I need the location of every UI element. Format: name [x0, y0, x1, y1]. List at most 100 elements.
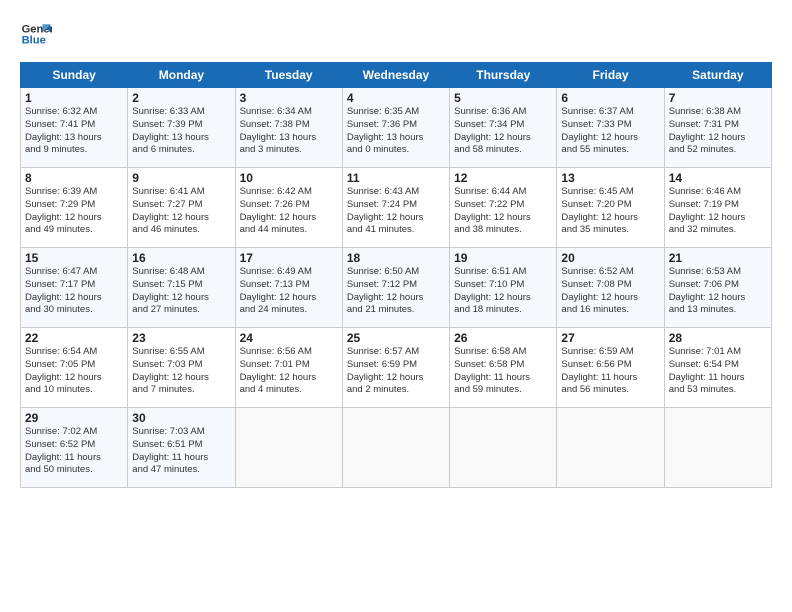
day-info: Sunrise: 6:47 AMSunset: 7:17 PMDaylight:…	[25, 266, 123, 317]
weekday-header-friday: Friday	[557, 63, 664, 88]
calendar-cell: 12Sunrise: 6:44 AMSunset: 7:22 PMDayligh…	[450, 168, 557, 248]
calendar-week-row: 1Sunrise: 6:32 AMSunset: 7:41 PMDaylight…	[21, 88, 772, 168]
calendar-week-row: 15Sunrise: 6:47 AMSunset: 7:17 PMDayligh…	[21, 248, 772, 328]
day-number: 17	[240, 251, 338, 265]
day-info: Sunrise: 6:58 AMSunset: 6:58 PMDaylight:…	[454, 346, 552, 397]
day-number: 14	[669, 171, 767, 185]
logo: General Blue	[20, 18, 56, 50]
day-number: 11	[347, 171, 445, 185]
calendar-cell: 4Sunrise: 6:35 AMSunset: 7:36 PMDaylight…	[342, 88, 449, 168]
day-info: Sunrise: 6:51 AMSunset: 7:10 PMDaylight:…	[454, 266, 552, 317]
calendar-week-row: 22Sunrise: 6:54 AMSunset: 7:05 PMDayligh…	[21, 328, 772, 408]
day-info: Sunrise: 6:56 AMSunset: 7:01 PMDaylight:…	[240, 346, 338, 397]
calendar-cell: 8Sunrise: 6:39 AMSunset: 7:29 PMDaylight…	[21, 168, 128, 248]
day-number: 15	[25, 251, 123, 265]
day-info: Sunrise: 6:33 AMSunset: 7:39 PMDaylight:…	[132, 106, 230, 157]
calendar-cell: 30Sunrise: 7:03 AMSunset: 6:51 PMDayligh…	[128, 408, 235, 488]
calendar-cell	[557, 408, 664, 488]
day-number: 19	[454, 251, 552, 265]
calendar-table: SundayMondayTuesdayWednesdayThursdayFrid…	[20, 62, 772, 488]
day-info: Sunrise: 6:38 AMSunset: 7:31 PMDaylight:…	[669, 106, 767, 157]
day-number: 20	[561, 251, 659, 265]
day-number: 22	[25, 331, 123, 345]
svg-text:Blue: Blue	[22, 35, 46, 47]
day-info: Sunrise: 6:54 AMSunset: 7:05 PMDaylight:…	[25, 346, 123, 397]
day-info: Sunrise: 7:03 AMSunset: 6:51 PMDaylight:…	[132, 426, 230, 477]
calendar-header-row: SundayMondayTuesdayWednesdayThursdayFrid…	[21, 63, 772, 88]
calendar-cell: 23Sunrise: 6:55 AMSunset: 7:03 PMDayligh…	[128, 328, 235, 408]
day-info: Sunrise: 6:53 AMSunset: 7:06 PMDaylight:…	[669, 266, 767, 317]
day-info: Sunrise: 6:49 AMSunset: 7:13 PMDaylight:…	[240, 266, 338, 317]
day-number: 7	[669, 91, 767, 105]
day-info: Sunrise: 6:55 AMSunset: 7:03 PMDaylight:…	[132, 346, 230, 397]
calendar-cell: 25Sunrise: 6:57 AMSunset: 6:59 PMDayligh…	[342, 328, 449, 408]
calendar-cell: 17Sunrise: 6:49 AMSunset: 7:13 PMDayligh…	[235, 248, 342, 328]
calendar-cell: 14Sunrise: 6:46 AMSunset: 7:19 PMDayligh…	[664, 168, 771, 248]
calendar-cell: 9Sunrise: 6:41 AMSunset: 7:27 PMDaylight…	[128, 168, 235, 248]
weekday-header-saturday: Saturday	[664, 63, 771, 88]
page-container: General Blue SundayMondayTuesdayWednesda…	[0, 0, 792, 498]
calendar-cell: 7Sunrise: 6:38 AMSunset: 7:31 PMDaylight…	[664, 88, 771, 168]
weekday-header-wednesday: Wednesday	[342, 63, 449, 88]
calendar-week-row: 29Sunrise: 7:02 AMSunset: 6:52 PMDayligh…	[21, 408, 772, 488]
day-number: 29	[25, 411, 123, 425]
calendar-cell: 15Sunrise: 6:47 AMSunset: 7:17 PMDayligh…	[21, 248, 128, 328]
day-number: 10	[240, 171, 338, 185]
weekday-header-thursday: Thursday	[450, 63, 557, 88]
day-number: 9	[132, 171, 230, 185]
calendar-cell: 20Sunrise: 6:52 AMSunset: 7:08 PMDayligh…	[557, 248, 664, 328]
calendar-cell: 2Sunrise: 6:33 AMSunset: 7:39 PMDaylight…	[128, 88, 235, 168]
day-number: 21	[669, 251, 767, 265]
calendar-cell: 21Sunrise: 6:53 AMSunset: 7:06 PMDayligh…	[664, 248, 771, 328]
day-info: Sunrise: 6:37 AMSunset: 7:33 PMDaylight:…	[561, 106, 659, 157]
calendar-cell	[342, 408, 449, 488]
calendar-cell: 3Sunrise: 6:34 AMSunset: 7:38 PMDaylight…	[235, 88, 342, 168]
day-number: 30	[132, 411, 230, 425]
day-number: 6	[561, 91, 659, 105]
calendar-cell: 27Sunrise: 6:59 AMSunset: 6:56 PMDayligh…	[557, 328, 664, 408]
calendar-cell: 26Sunrise: 6:58 AMSunset: 6:58 PMDayligh…	[450, 328, 557, 408]
day-info: Sunrise: 6:32 AMSunset: 7:41 PMDaylight:…	[25, 106, 123, 157]
calendar-cell	[664, 408, 771, 488]
day-info: Sunrise: 6:34 AMSunset: 7:38 PMDaylight:…	[240, 106, 338, 157]
day-number: 13	[561, 171, 659, 185]
day-info: Sunrise: 6:46 AMSunset: 7:19 PMDaylight:…	[669, 186, 767, 237]
day-info: Sunrise: 6:42 AMSunset: 7:26 PMDaylight:…	[240, 186, 338, 237]
weekday-header-sunday: Sunday	[21, 63, 128, 88]
day-number: 12	[454, 171, 552, 185]
day-number: 24	[240, 331, 338, 345]
weekday-header-tuesday: Tuesday	[235, 63, 342, 88]
calendar-cell	[235, 408, 342, 488]
day-info: Sunrise: 6:59 AMSunset: 6:56 PMDaylight:…	[561, 346, 659, 397]
calendar-cell: 28Sunrise: 7:01 AMSunset: 6:54 PMDayligh…	[664, 328, 771, 408]
day-number: 2	[132, 91, 230, 105]
day-number: 28	[669, 331, 767, 345]
day-number: 23	[132, 331, 230, 345]
calendar-cell: 1Sunrise: 6:32 AMSunset: 7:41 PMDaylight…	[21, 88, 128, 168]
day-info: Sunrise: 7:02 AMSunset: 6:52 PMDaylight:…	[25, 426, 123, 477]
day-info: Sunrise: 6:44 AMSunset: 7:22 PMDaylight:…	[454, 186, 552, 237]
day-info: Sunrise: 6:39 AMSunset: 7:29 PMDaylight:…	[25, 186, 123, 237]
day-info: Sunrise: 6:52 AMSunset: 7:08 PMDaylight:…	[561, 266, 659, 317]
day-number: 25	[347, 331, 445, 345]
day-info: Sunrise: 6:57 AMSunset: 6:59 PMDaylight:…	[347, 346, 445, 397]
calendar-cell: 16Sunrise: 6:48 AMSunset: 7:15 PMDayligh…	[128, 248, 235, 328]
calendar-cell: 19Sunrise: 6:51 AMSunset: 7:10 PMDayligh…	[450, 248, 557, 328]
day-number: 16	[132, 251, 230, 265]
day-number: 1	[25, 91, 123, 105]
calendar-cell: 10Sunrise: 6:42 AMSunset: 7:26 PMDayligh…	[235, 168, 342, 248]
calendar-cell: 11Sunrise: 6:43 AMSunset: 7:24 PMDayligh…	[342, 168, 449, 248]
calendar-cell: 13Sunrise: 6:45 AMSunset: 7:20 PMDayligh…	[557, 168, 664, 248]
day-info: Sunrise: 7:01 AMSunset: 6:54 PMDaylight:…	[669, 346, 767, 397]
day-number: 18	[347, 251, 445, 265]
calendar-cell: 29Sunrise: 7:02 AMSunset: 6:52 PMDayligh…	[21, 408, 128, 488]
calendar-cell	[450, 408, 557, 488]
calendar-cell: 18Sunrise: 6:50 AMSunset: 7:12 PMDayligh…	[342, 248, 449, 328]
day-number: 5	[454, 91, 552, 105]
logo-icon: General Blue	[20, 18, 52, 50]
day-number: 3	[240, 91, 338, 105]
day-info: Sunrise: 6:50 AMSunset: 7:12 PMDaylight:…	[347, 266, 445, 317]
calendar-cell: 22Sunrise: 6:54 AMSunset: 7:05 PMDayligh…	[21, 328, 128, 408]
day-info: Sunrise: 6:41 AMSunset: 7:27 PMDaylight:…	[132, 186, 230, 237]
header: General Blue	[20, 18, 772, 50]
